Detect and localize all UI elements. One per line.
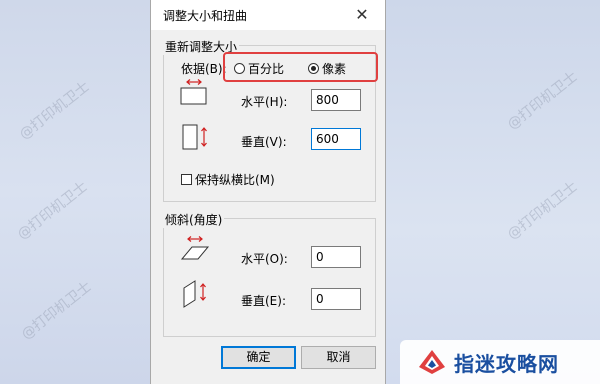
pixels-label: 像素 <box>322 62 347 76</box>
radio-circle <box>234 63 245 74</box>
basis-label: 依据(B): <box>181 62 227 76</box>
resize-horizontal-icon <box>180 79 207 105</box>
title-bar: 调整大小和扭曲 ✕ <box>151 0 385 30</box>
brand-logo: 指迷攻略网 <box>400 340 600 384</box>
resize-skew-dialog: 调整大小和扭曲 ✕ 重新调整大小 依据(B): 百分比 像素 水平(H): 80… <box>150 0 386 384</box>
ok-button[interactable]: 确定 <box>221 346 296 369</box>
skew-horizontal-label: 水平(O): <box>241 252 288 266</box>
checkbox-box <box>181 174 192 185</box>
resize-vertical-label: 垂直(V): <box>241 135 287 149</box>
brand-name: 指迷攻略网 <box>454 351 559 376</box>
resize-vertical-icon <box>182 124 207 150</box>
skew-vertical-input[interactable]: 0 <box>311 288 361 310</box>
keep-aspect-ratio-label: 保持纵横比(M) <box>195 173 275 187</box>
percentage-radio[interactable]: 百分比 <box>234 60 284 77</box>
pixels-radio[interactable]: 像素 <box>308 60 346 77</box>
skew-horizontal-input[interactable]: 0 <box>311 246 361 268</box>
close-icon[interactable]: ✕ <box>339 0 385 30</box>
skew-horizontal-icon <box>180 236 210 260</box>
radio-circle-selected <box>308 63 319 74</box>
percentage-label: 百分比 <box>248 62 285 76</box>
brand-logo-icon <box>419 350 445 374</box>
skew-vertical-icon <box>183 280 206 308</box>
keep-aspect-ratio-checkbox[interactable]: 保持纵横比(M) <box>181 171 275 188</box>
cancel-button[interactable]: 取消 <box>301 346 376 369</box>
resize-horizontal-input[interactable]: 800 <box>311 89 361 111</box>
skew-group-label: 倾斜(角度) <box>163 211 225 228</box>
resize-horizontal-label: 水平(H): <box>241 95 288 109</box>
resize-vertical-input[interactable]: 600 <box>311 128 361 150</box>
dialog-title: 调整大小和扭曲 <box>163 9 248 23</box>
skew-vertical-label: 垂直(E): <box>241 294 286 308</box>
